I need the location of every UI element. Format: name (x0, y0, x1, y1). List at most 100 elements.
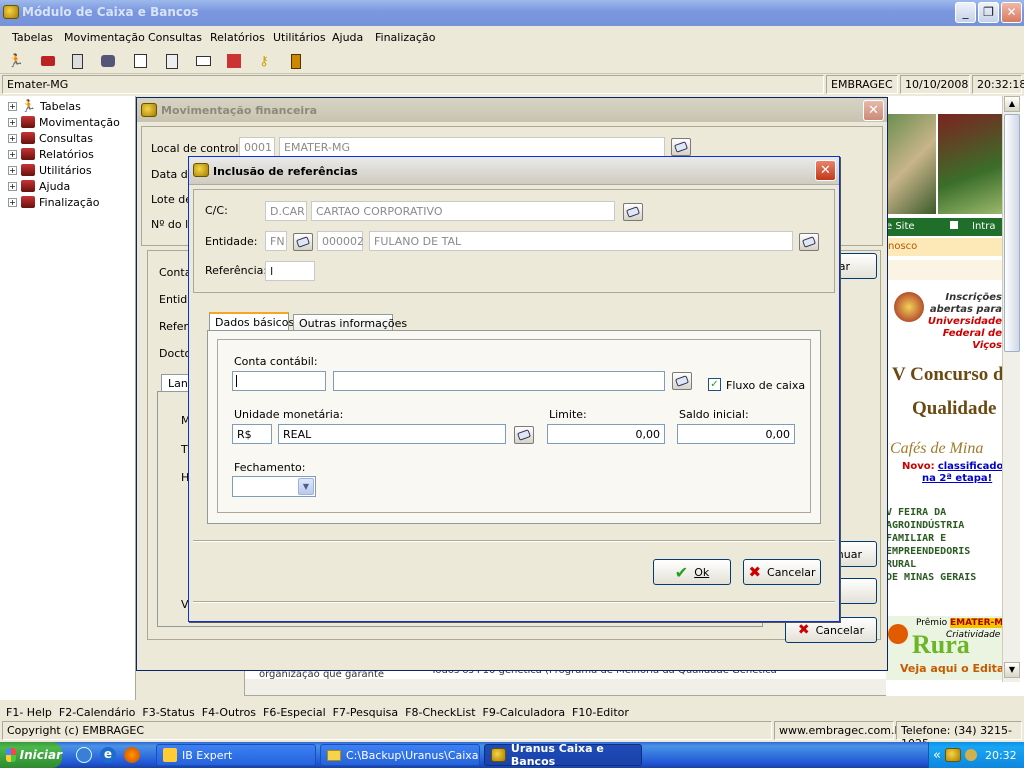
close-button[interactable]: ✕ (815, 160, 836, 181)
expand-icon[interactable]: + (8, 149, 17, 159)
tree-item-finalizacao[interactable]: + Finalização (8, 194, 99, 210)
expand-icon[interactable]: + (8, 197, 17, 207)
text-cursor (236, 375, 237, 387)
expand-icon[interactable]: + (8, 101, 17, 111)
expand-icon[interactable]: + (8, 117, 17, 127)
conta-contabil-code-field[interactable] (232, 371, 326, 391)
conta-lookup-button[interactable] (672, 372, 692, 390)
restore-button[interactable]: ❐ (978, 2, 999, 23)
exit-icon[interactable] (286, 51, 306, 71)
tray-clock: 20:32 (984, 748, 1017, 762)
calculator-icon[interactable] (67, 51, 87, 71)
start-label: Iniciar (19, 748, 62, 762)
menu-relatorios[interactable]: Relatórios (210, 31, 265, 44)
firefox-icon[interactable] (124, 747, 140, 763)
lookup-button[interactable] (671, 138, 691, 156)
card-icon[interactable] (193, 51, 213, 71)
button-label: nuar (836, 547, 862, 561)
footer-status: Copyright (c) EMBRAGEC www.embragec.com.… (0, 721, 1024, 750)
tree-item-utilitarios[interactable]: + Utilitários (8, 162, 92, 178)
scroll-up-icon[interactable]: ▲ (1004, 96, 1020, 112)
local-code-field[interactable]: 0001 (239, 137, 275, 157)
quicklaunch-icon[interactable] (76, 747, 92, 763)
scroll-thumb[interactable] (1004, 114, 1020, 352)
cc-code-field[interactable]: D.CAR (265, 201, 307, 221)
tab-outras-informacoes[interactable]: Outras informações (293, 314, 407, 331)
unidade-name-field[interactable]: REAL (278, 424, 506, 444)
book-icon (21, 148, 35, 160)
entidade-code-field[interactable]: 000002 (317, 231, 364, 251)
task-ib-expert[interactable]: IB Expert (156, 744, 316, 766)
copy-icon[interactable] (162, 51, 182, 71)
calendar-icon[interactable] (130, 51, 150, 71)
run-icon: 🏃 (21, 99, 36, 113)
web-link[interactable]: e Site (886, 221, 915, 232)
books-icon[interactable] (38, 51, 58, 71)
cc-name-field[interactable]: CARTAO CORPORATIVO (311, 201, 615, 221)
chevron-left-icon[interactable]: « (933, 748, 941, 763)
network-icon[interactable] (98, 51, 118, 71)
expand-icon[interactable]: + (8, 181, 17, 191)
tree-item-movimentacao[interactable]: + Movimentação (8, 114, 120, 130)
expand-icon[interactable]: + (8, 133, 17, 143)
button-label: Ok (694, 565, 710, 579)
tree-item-relatorios[interactable]: + Relatórios (8, 146, 94, 162)
web-link[interactable]: Intra (972, 221, 995, 232)
close-button[interactable]: ✕ (1001, 2, 1022, 23)
local-label: Local de controle: (151, 142, 249, 155)
local-name-field[interactable]: EMATER-MG (279, 137, 665, 157)
scroll-down-icon[interactable]: ▼ (1004, 662, 1020, 678)
report-icon[interactable] (224, 51, 244, 71)
menu-ajuda[interactable]: Ajuda (332, 31, 363, 44)
entidade-lookup-button[interactable] (799, 233, 819, 251)
conta-contabil-name-field[interactable] (333, 371, 665, 391)
tray-icon[interactable] (964, 749, 977, 761)
ok-button[interactable]: ✔ Ok (653, 559, 731, 585)
vertical-scrollbar[interactable]: ▲ ▼ (1002, 96, 1020, 682)
limite-field[interactable]: 0,00 (547, 424, 665, 444)
unidade-code-field[interactable]: R$ (232, 424, 272, 444)
entidade-name-field[interactable]: FULANO DE TAL (369, 231, 793, 251)
tree-item-tabelas[interactable]: + 🏃 Tabelas (8, 98, 81, 114)
menu-consultas[interactable]: Consultas (148, 31, 202, 44)
cancel-button[interactable]: ✖ Cancelar (743, 559, 821, 585)
web-text: RURAL (886, 559, 917, 570)
tray-app-icon[interactable] (944, 748, 961, 762)
menu-movimentacao[interactable]: Movimentação (64, 31, 145, 44)
minimize-button[interactable]: _ (955, 2, 976, 23)
start-button[interactable]: Iniciar (0, 742, 62, 768)
task-folder[interactable]: C:\Backup\Uranus\Caixa (320, 744, 480, 766)
referencia-field[interactable]: I (265, 261, 315, 281)
entidade-type-lookup-button[interactable] (293, 233, 313, 251)
web-etapa[interactable]: na 2ª etapa! (922, 473, 992, 484)
ie-icon[interactable]: e (100, 747, 116, 763)
fechamento-select[interactable]: ▼ (232, 476, 316, 497)
web-premio: Prêmio EMATER-M (916, 618, 1004, 628)
task-label: C:\Backup\Uranus\Caixa (346, 748, 479, 762)
unidade-lookup-button[interactable] (514, 426, 534, 444)
lote-label: Lote de (151, 193, 192, 206)
web-photo (938, 114, 1002, 214)
saldo-inicial-field[interactable]: 0,00 (677, 424, 795, 444)
task-uranus[interactable]: Uranus Caixa e Bancos (484, 742, 642, 768)
expand-icon[interactable]: + (8, 165, 17, 175)
fluxo-caixa-checkbox[interactable]: ✓ (708, 378, 721, 391)
menu-tabelas[interactable]: Tabelas (12, 31, 53, 44)
close-button[interactable]: ✕ (863, 100, 884, 121)
tab-dados-basicos[interactable]: Dados básicos (209, 312, 294, 331)
tree-item-consultas[interactable]: + Consultas (8, 130, 93, 146)
chevron-down-icon[interactable]: ▼ (298, 478, 314, 495)
tree-item-ajuda[interactable]: + Ajuda (8, 178, 70, 194)
web-link[interactable]: classificados (938, 461, 1010, 472)
divider (193, 601, 835, 603)
key-icon[interactable]: ⚷ (254, 51, 274, 71)
menu-finalizacao[interactable]: Finalização (375, 31, 435, 44)
entidade-type-field[interactable]: FN (265, 231, 287, 251)
cc-lookup-button[interactable] (623, 203, 643, 221)
entidade-label: Entidade: (205, 235, 258, 248)
fechamento-label: Fechamento: (234, 461, 306, 474)
button-label: Cancelar (815, 623, 865, 637)
cc-label: C/C: (205, 204, 228, 217)
menu-utilitarios[interactable]: Utilitários (273, 31, 326, 44)
run-icon[interactable]: 🏃 (6, 51, 26, 71)
